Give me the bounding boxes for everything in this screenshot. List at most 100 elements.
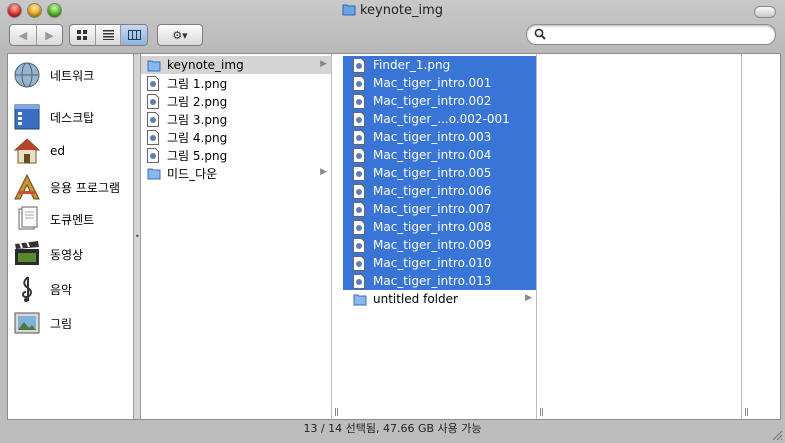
view-mode-group bbox=[69, 24, 148, 46]
list-item[interactable]: Mac_tiger_intro.009 bbox=[343, 236, 536, 254]
sidebar-item-label: 네트워크 bbox=[50, 68, 95, 83]
item-label: 미드_다운 bbox=[167, 166, 218, 181]
list-item[interactable]: Mac_tiger_...o.002-001 bbox=[343, 110, 536, 128]
list-item[interactable]: untitled folder ▶ bbox=[343, 290, 536, 308]
list-item[interactable]: Finder_1.png bbox=[343, 56, 536, 74]
list-item[interactable]: Mac_tiger_intro.001 bbox=[343, 74, 536, 92]
image-file-icon bbox=[353, 237, 367, 253]
icon-view-button[interactable] bbox=[70, 25, 96, 45]
list-item[interactable]: keynote_img ▶ bbox=[141, 56, 331, 74]
window-title: keynote_img bbox=[0, 3, 785, 20]
list-item[interactable]: 그림 4.png bbox=[141, 128, 331, 146]
column-4 bbox=[753, 54, 780, 419]
sidebar-item-label: ed bbox=[50, 144, 65, 158]
list-item[interactable]: 그림 1.png bbox=[141, 74, 331, 92]
desktop-icon bbox=[12, 102, 42, 132]
home-icon bbox=[12, 136, 42, 166]
search-field[interactable] bbox=[526, 24, 776, 45]
toolbar-toggle-button[interactable] bbox=[754, 6, 776, 18]
column-3-resizer[interactable] bbox=[741, 54, 753, 419]
back-arrow-icon: ◀ bbox=[18, 28, 28, 42]
back-forward-group: ◀ ▶ bbox=[9, 24, 63, 46]
sidebar-item-label: 그림 bbox=[50, 316, 73, 331]
status-text: 13 / 14 선택됨, 47.66 GB 사용 가능 bbox=[303, 422, 482, 435]
list-item[interactable]: Mac_tiger_intro.007 bbox=[343, 200, 536, 218]
sidebar-item-documents[interactable]: 도큐멘트 bbox=[8, 202, 133, 236]
sidebar-item-pictures[interactable]: 그림 bbox=[8, 306, 133, 340]
gear-icon: ⚙▾ bbox=[172, 28, 188, 42]
sidebar-item-applications[interactable]: 응용 프로그램 bbox=[8, 170, 133, 204]
finder-window: keynote_img ◀ ▶ ⚙▾ 네트워크 데스크탑 ed 응용 프로그램 … bbox=[0, 0, 785, 443]
list-item[interactable]: 미드_다운 ▶ bbox=[141, 164, 331, 182]
list-item[interactable]: Mac_tiger_intro.004 bbox=[343, 146, 536, 164]
list-item[interactable]: Mac_tiger_intro.003 bbox=[343, 128, 536, 146]
item-label: 그림 3.png bbox=[167, 112, 228, 127]
item-label: Mac_tiger_intro.002 bbox=[373, 94, 492, 108]
item-label: Mac_tiger_intro.001 bbox=[373, 76, 492, 90]
forward-button[interactable]: ▶ bbox=[37, 25, 62, 45]
search-input[interactable] bbox=[549, 26, 768, 44]
column-2: Finder_1.png Mac_tiger_intro.001 Mac_tig… bbox=[343, 54, 536, 419]
action-menu-button[interactable]: ⚙▾ bbox=[157, 24, 203, 46]
sidebar-item-network[interactable]: 네트워크 bbox=[8, 58, 133, 92]
list-item[interactable]: Mac_tiger_intro.002 bbox=[343, 92, 536, 110]
pictures-icon bbox=[12, 308, 42, 338]
column-resize-grip-icon bbox=[335, 408, 338, 416]
image-file-icon bbox=[353, 255, 367, 271]
image-file-icon bbox=[353, 75, 367, 91]
image-file-icon bbox=[353, 165, 367, 181]
column-1: keynote_img ▶ 그림 1.png 그림 2.png 그림 3.png… bbox=[141, 54, 331, 419]
image-file-icon bbox=[353, 57, 367, 73]
sidebar-item-movies[interactable]: 동영상 bbox=[8, 237, 133, 271]
title-bar[interactable]: keynote_img bbox=[0, 0, 785, 24]
sidebar-item-label: 응용 프로그램 bbox=[50, 180, 121, 195]
list-item[interactable]: Mac_tiger_intro.005 bbox=[343, 164, 536, 182]
list-item[interactable]: 그림 2.png bbox=[141, 92, 331, 110]
image-file-icon bbox=[353, 129, 367, 145]
music-icon bbox=[12, 274, 42, 304]
item-label: Mac_tiger_intro.010 bbox=[373, 256, 492, 270]
column-2-resizer[interactable] bbox=[536, 54, 548, 419]
item-label: Mac_tiger_intro.013 bbox=[373, 274, 492, 288]
folder-icon bbox=[147, 165, 161, 181]
folder-icon bbox=[147, 57, 161, 73]
column-3 bbox=[548, 54, 741, 419]
browser-content: 네트워크 데스크탑 ed 응용 프로그램 도큐멘트 동영상 음악 그림 • ke… bbox=[7, 53, 781, 420]
column-view-icon bbox=[127, 30, 141, 40]
sidebar-item-label: 도큐멘트 bbox=[50, 212, 95, 227]
sidebar-item-label: 데스크탑 bbox=[50, 110, 95, 125]
item-label: 그림 4.png bbox=[167, 130, 228, 145]
sidebar-item-home[interactable]: ed bbox=[8, 134, 133, 168]
image-file-icon bbox=[353, 93, 367, 109]
sidebar-item-desktop[interactable]: 데스크탑 bbox=[8, 100, 133, 134]
sidebar-item-music[interactable]: 음악 bbox=[8, 272, 133, 306]
disclosure-arrow-icon: ▶ bbox=[525, 293, 532, 303]
list-item[interactable]: 그림 3.png bbox=[141, 110, 331, 128]
icon-view-icon bbox=[76, 29, 87, 40]
list-view-button[interactable] bbox=[96, 25, 122, 45]
item-label: Mac_tiger_intro.009 bbox=[373, 238, 492, 252]
item-label: Mac_tiger_intro.003 bbox=[373, 130, 492, 144]
image-file-icon bbox=[353, 201, 367, 217]
image-file-icon bbox=[147, 93, 161, 109]
folder-icon bbox=[353, 291, 367, 307]
item-label: 그림 2.png bbox=[167, 94, 228, 109]
item-label: Mac_tiger_intro.004 bbox=[373, 148, 492, 162]
resize-grip-icon[interactable] bbox=[771, 429, 783, 441]
column-resize-grip-icon bbox=[745, 408, 748, 416]
list-item[interactable]: Mac_tiger_intro.010 bbox=[343, 254, 536, 272]
column-1-resizer[interactable] bbox=[331, 54, 343, 419]
list-item[interactable]: 그림 5.png bbox=[141, 146, 331, 164]
back-button[interactable]: ◀ bbox=[10, 25, 37, 45]
image-file-icon bbox=[147, 129, 161, 145]
item-label: Finder_1.png bbox=[373, 58, 451, 72]
search-icon bbox=[534, 28, 546, 40]
list-item[interactable]: Mac_tiger_intro.006 bbox=[343, 182, 536, 200]
list-item[interactable]: Mac_tiger_intro.013 bbox=[343, 272, 536, 290]
image-file-icon bbox=[147, 147, 161, 163]
folder-icon bbox=[342, 3, 356, 20]
item-label: 그림 5.png bbox=[167, 148, 228, 163]
item-label: keynote_img bbox=[167, 58, 244, 72]
list-item[interactable]: Mac_tiger_intro.008 bbox=[343, 218, 536, 236]
column-view-button[interactable] bbox=[121, 25, 147, 45]
